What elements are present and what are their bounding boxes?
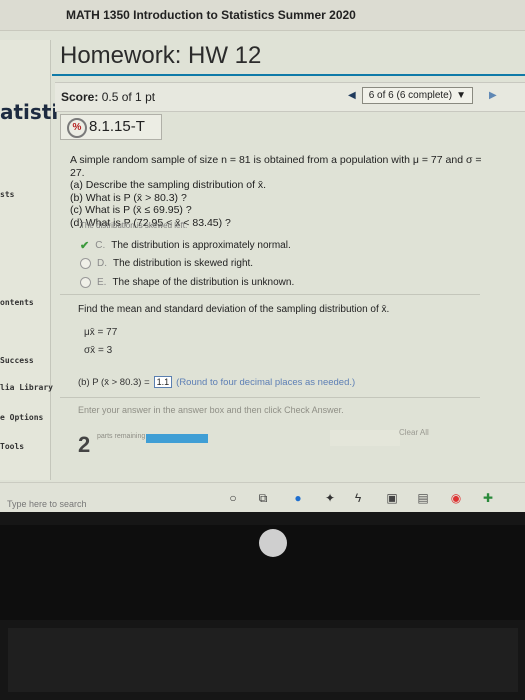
option-partially-hidden: The distribution is skewed left. [80,222,188,228]
question-navigation: ◀ 6 of 6 (6 complete) ▼ ▶ [348,87,497,104]
edge-icon[interactable]: ● [290,490,306,506]
option-text: The shape of the distribution is unknown… [112,277,295,288]
course-bar: MATH 1350 Introduction to Statistics Sum… [0,0,525,31]
find-prompt: Find the mean and standard deviation of … [78,304,390,315]
question-part-c: (c) What is P (x̄ ≤ 69.95) ? [70,204,192,216]
question-part-a: (a) Describe the sampling distribution o… [70,179,267,191]
speaker-grille [8,628,518,692]
task-view-icon[interactable]: ⧉ [255,490,271,506]
option-letter: C. [95,240,106,251]
parts-remaining-count: 2 [78,432,91,457]
sidebar-item-success[interactable]: Success [0,356,34,365]
question-progress-select[interactable]: 6 of 6 (6 complete) ▼ [361,87,473,104]
windows-taskbar: Type here to search ○ ⧉ ● ✦ ϟ ▣ ▤ ◉ ✚ [0,482,525,512]
browser-screen: MATH 1350 Introduction to Statistics Sum… [0,0,525,512]
chrome-icon[interactable]: ◉ [448,490,464,506]
sidebar-item-media-library[interactable]: lia Library [0,383,53,392]
cortana-circle-icon[interactable]: ○ [225,490,241,506]
part-b-answer-line: (b) P (x̄ > 80.3) = 1.1 (Round to four d… [78,376,355,388]
tools-icon[interactable]: ✦ [322,490,338,506]
radio-button[interactable] [80,258,91,269]
course-title: MATH 1350 Introduction to Statistics Sum… [66,8,356,22]
option-text: The distribution is approximately normal… [111,240,291,251]
lightning-icon[interactable]: ϟ [350,490,366,506]
homework-title: Homework: HW 12 [60,42,262,69]
option-text: The distribution is skewed right. [113,258,254,269]
question-text: A simple random sample of size n = 81 is… [70,154,490,229]
chevron-down-icon: ▼ [456,90,466,101]
instruction-text: Enter your answer in the answer box and … [78,405,344,415]
partial-credit-icon: % [67,118,87,138]
option-e[interactable]: E. The shape of the distribution is unkn… [80,277,294,288]
progress-text: 6 of 6 (6 complete) [368,90,453,101]
part-b-label: (b) P (x̄ > 80.3) = [78,376,150,388]
score-value: 0.5 of 1 pt [101,90,156,104]
sidebar-item-options[interactable]: e Options [0,413,43,422]
hp-logo [259,529,287,557]
sidebar-item-stats[interactable]: sts [0,190,14,199]
store-icon[interactable]: ▣ [384,490,400,506]
sidebar-partial-title: atisti [0,100,59,124]
clear-all-button[interactable]: Clear All [399,428,429,437]
checkmark-icon: ✔ [80,240,90,252]
sd-result: σx̄ = 3 [84,345,113,356]
app-icon[interactable]: ✚ [480,490,496,506]
parts-remaining-label: parts remaining [97,433,146,440]
score-text: Score: 0.5 of 1 pt [61,90,155,104]
taskbar-search[interactable]: Type here to search [7,499,87,509]
score-bar: Score: 0.5 of 1 pt ◀ 6 of 6 (6 complete)… [55,82,525,112]
question-id: 8.1.15-T [89,118,145,135]
title-divider [52,74,525,76]
previous-question-icon[interactable]: ◀ [348,90,356,101]
option-letter: D. [97,258,107,269]
section-divider [60,294,480,295]
rounding-hint: (Round to four decimal places as needed.… [176,376,356,388]
check-answer-button[interactable] [330,430,400,446]
left-sidebar: atisti sts ontents Success lia Library e… [0,40,58,480]
next-question-icon[interactable]: ▶ [489,90,497,101]
photos-icon[interactable]: ▤ [415,490,431,506]
option-d[interactable]: D. The distribution is skewed right. [80,258,253,269]
answer-input[interactable]: 1.1 [153,376,173,388]
parts-progress-bar [146,434,208,443]
option-letter: E. [97,277,107,288]
answer-divider [60,397,480,398]
sidebar-item-tools[interactable]: Tools [0,442,24,451]
score-label: Score: [61,90,99,104]
mean-result: μx̄ = 77 [84,327,118,338]
radio-button[interactable] [80,277,91,288]
question-header: % 8.1.15-T [60,114,162,140]
sidebar-item-contents[interactable]: ontents [0,298,34,307]
question-part-b: (b) What is P (x̄ > 80.3) ? [70,191,187,204]
option-c[interactable]: ✔ C. The distribution is approximately n… [80,239,291,252]
question-intro: A simple random sample of size n = 81 is… [70,154,482,179]
